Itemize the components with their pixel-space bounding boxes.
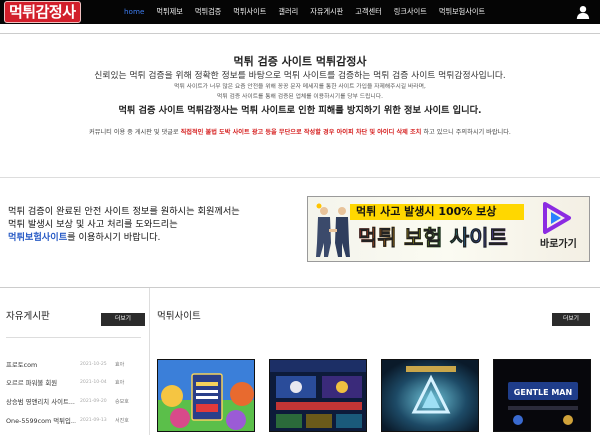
banner-go-label: 바로가기: [540, 239, 577, 250]
menu-item-home[interactable]: home: [118, 0, 150, 24]
board-row-date: 2021-10-25: [80, 362, 107, 367]
top-navbar: 먹튀감정사 home 먹튀제보 먹튀검증 먹튀사이트 갤러리 자유게시판 고객센…: [0, 0, 600, 24]
board-row-title: 상승범 영앤리치 사이트...: [6, 398, 75, 406]
board-row-date: 2021-09-20: [80, 399, 107, 404]
notice-prefix: 커뮤니티 이용 중 게시판 및 댓글로: [89, 129, 181, 136]
board-row-author: 승모호: [115, 399, 129, 405]
notice-suffix: 하고 있으니 주의하시기 바랍니다.: [421, 129, 511, 136]
promo-text: 먹튀 검증이 완료된 안전 사이트 정보를 원하시는 회원께서는 먹튀 발생시 …: [8, 205, 298, 244]
free-board-widget: 자유게시판 더보기 프로토com 2021-10-25 효아 오르르 파워볼 회…: [6, 311, 145, 425]
board-row-author: 효아: [115, 362, 125, 368]
column-divider: [149, 288, 150, 435]
promo-line-3: 먹튀보험사이트를 이용하시기 바랍니다.: [8, 231, 298, 244]
banner-title: 먹튀 보험 사이트: [358, 226, 508, 251]
board-row-title: One-5599com 먹튀입...: [6, 417, 76, 425]
insurance-site-link[interactable]: 먹튀보험사이트: [8, 232, 67, 243]
logo-text: 먹튀감정사: [4, 1, 81, 23]
board-row-title: 오르르 파워볼 회원: [6, 379, 58, 387]
menu-item-free-board[interactable]: 자유게시판: [304, 0, 349, 24]
game-thumbnail-2[interactable]: [269, 359, 367, 432]
game-thumbnail-3[interactable]: [381, 359, 479, 432]
menu-item-links[interactable]: 링크사이트: [388, 0, 433, 24]
scam-sites-title: 먹튀사이트: [157, 311, 201, 322]
promo-line-2: 먹튀 발생시 보상 및 사고 처리를 도와드리는: [8, 219, 178, 230]
game-thumbnail-4[interactable]: GENTLE MAN: [493, 359, 591, 432]
board-row-author: 서진호: [115, 418, 129, 424]
hero-bold-statement: 먹튀 검증 사이트 먹튀감정사는 먹튀 사이트로 인한 피해를 방지하기 위한 …: [118, 105, 482, 116]
board-row[interactable]: 오르르 파워볼 회원 2021-10-04 효아: [6, 377, 141, 389]
hero-description-line-1: 먹튀 사이트가 너무 많은 요즘 안전을 위해 꽁꽁 문자 메세지를 통한 사이…: [174, 84, 426, 90]
thumb-logo-text: GENTLE MAN: [514, 388, 572, 397]
handshake-people-icon: [316, 203, 350, 257]
divider: [0, 287, 600, 288]
scam-sites-more-button[interactable]: 더보기: [552, 313, 590, 326]
hero-description-line-2: 먹튀 검증 사이트를 통해 검증된 업체를 이용하시기를 당부 드립니다.: [217, 94, 383, 100]
game-art-image: [382, 360, 478, 431]
game-art-image: GENTLE MAN: [494, 360, 590, 431]
hero-section: 먹튀 검증 사이트 먹튀감정사 신뢰있는 먹튀 검증을 위해 정확한 정보를 바…: [0, 55, 600, 138]
menu-item-scam-sites[interactable]: 먹튀사이트: [227, 0, 272, 24]
notice-warning: 직접적인 불법 도박 사이트 광고 등을 무단으로 작성할 경우 아이피 차단 …: [180, 129, 422, 136]
menu-item-support[interactable]: 고객센터: [349, 0, 387, 24]
divider: [0, 177, 600, 178]
menu-item-report[interactable]: 먹튀제보: [150, 0, 188, 24]
game-art-image: [270, 360, 366, 431]
user-icon[interactable]: [576, 5, 590, 19]
game-thumbnail-1[interactable]: [157, 359, 255, 432]
board-row[interactable]: One-5599com 먹튀입... 2021-09-13 서진호: [6, 415, 141, 427]
board-row[interactable]: 상승범 영앤리치 사이트... 2021-09-20 승모호: [6, 396, 141, 408]
promo-line-3-suffix: 를 이용하시기 바랍니다.: [67, 232, 161, 243]
hero-title: 먹튀 검증 사이트 먹튀감정사: [233, 55, 367, 68]
menu-item-insurance[interactable]: 먹튀보험사이트: [433, 0, 491, 24]
divider: [6, 337, 141, 338]
divider: [0, 33, 600, 34]
banner-headline: 먹튀 사고 발생시 100% 보상: [356, 205, 497, 218]
menu-item-verify[interactable]: 먹튀검증: [189, 0, 227, 24]
game-art-image: [158, 360, 254, 431]
community-notice: 커뮤니티 이용 중 게시판 및 댓글로 직접적인 불법 도박 사이트 광고 등을…: [0, 128, 600, 138]
hero-subtitle: 신뢰있는 먹튀 검증을 위해 정확한 정보를 바탕으로 먹튀 사이트를 검증하는…: [94, 71, 506, 81]
promo-line-1: 먹튀 검증이 완료된 안전 사이트 정보를 원하시는 회원께서는: [8, 206, 240, 217]
board-row-date: 2021-09-13: [80, 418, 107, 423]
board-row[interactable]: 프로토com 2021-10-25 효아: [6, 359, 141, 371]
free-board-more-button[interactable]: 더보기: [101, 313, 145, 326]
site-logo[interactable]: 먹튀감정사: [4, 1, 81, 23]
menu-item-gallery[interactable]: 갤러리: [272, 0, 304, 24]
scam-sites-widget: 먹튀사이트 더보기 GENTLE MAN: [157, 311, 593, 432]
main-menu: home 먹튀제보 먹튀검증 먹튀사이트 갤러리 자유게시판 고객센터 링크사이…: [118, 0, 491, 24]
board-row-author: 효아: [115, 380, 125, 386]
insurance-banner[interactable]: 먹튀 사고 발생시 100% 보상 먹튀 보험 사이트 바로가기: [307, 196, 590, 262]
play-icon: [543, 202, 571, 234]
board-row-date: 2021-10-04: [80, 380, 107, 385]
board-row-title: 프로토com: [6, 361, 38, 369]
